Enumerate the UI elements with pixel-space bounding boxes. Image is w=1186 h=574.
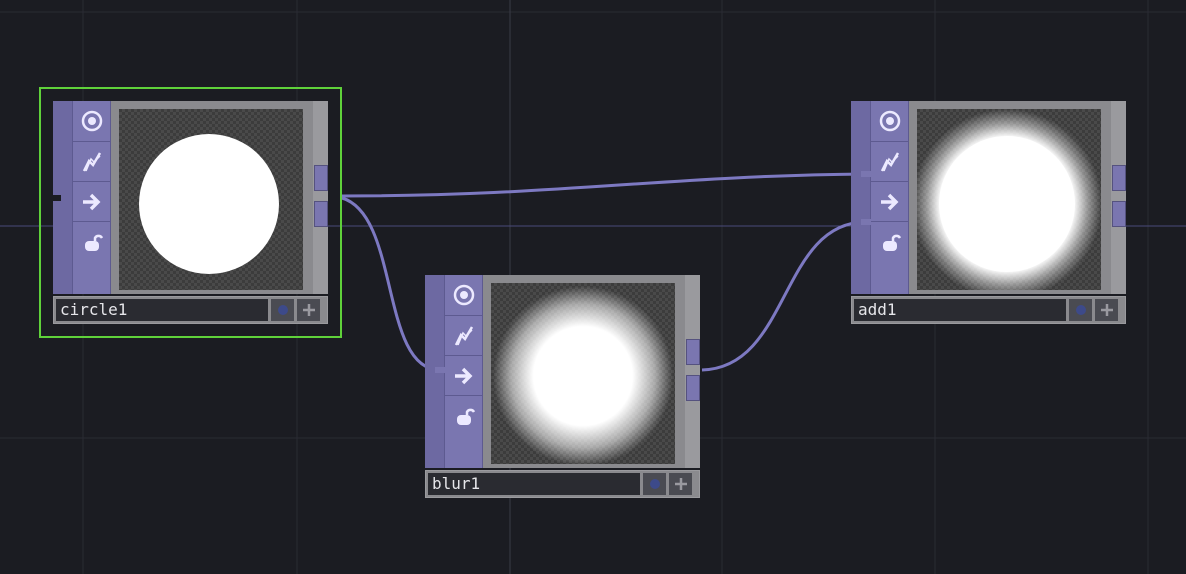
cook-flag-icon[interactable] [445,315,482,355]
preview-circle-sharp [139,134,279,274]
node-flag-strip [851,101,909,294]
node-namebar: blur1 [425,470,700,498]
lock-icon[interactable] [73,221,110,261]
input-rail [851,101,871,294]
node-flag-strip [425,275,483,468]
preview-circle-glow [917,109,1101,290]
node-expand-button[interactable] [297,299,320,321]
output-connector-2[interactable] [314,201,328,227]
dot-icon [277,305,288,315]
viewer-toggle-icon[interactable] [73,101,110,141]
node-viewer[interactable] [491,283,675,464]
input-connector[interactable] [435,367,445,373]
display-arrow-icon[interactable] [871,181,908,221]
dot-icon [649,479,660,489]
node-namebar: circle1 [53,296,328,324]
output-bar [1111,101,1126,294]
dot-icon [1075,305,1086,315]
node-name-field[interactable]: blur1 [428,473,640,495]
node-flag-strip [53,101,111,294]
output-connector[interactable] [314,165,328,191]
cook-flag-icon[interactable] [73,141,110,181]
node-expand-button[interactable] [669,473,692,495]
node-name-field[interactable]: circle1 [56,299,268,321]
input-connector-2[interactable] [861,219,871,225]
viewer-toggle-icon[interactable] [445,275,482,315]
input-connector[interactable] [51,195,61,201]
node-viewer[interactable] [119,109,303,290]
lock-icon[interactable] [871,221,908,261]
node-viewer-button[interactable] [271,299,294,321]
node-namebar: add1 [851,296,1126,324]
plus-icon [674,478,687,490]
display-arrow-icon[interactable] [445,355,482,395]
input-connector-1[interactable] [861,171,871,177]
node-viewer-button[interactable] [1069,299,1092,321]
output-connector[interactable] [1112,165,1126,191]
plus-icon [1100,304,1113,316]
output-bar [685,275,700,468]
output-connector[interactable] [686,339,700,365]
node-viewer-button[interactable] [643,473,666,495]
output-bar [313,101,328,294]
output-connector-2[interactable] [686,375,700,401]
node-expand-button[interactable] [1095,299,1118,321]
lock-icon[interactable] [445,395,482,435]
node-name-field[interactable]: add1 [854,299,1066,321]
node-viewer[interactable] [917,109,1101,290]
viewer-toggle-icon[interactable] [871,101,908,141]
cook-flag-icon[interactable] [871,141,908,181]
output-connector-2[interactable] [1112,201,1126,227]
plus-icon [302,304,315,316]
display-arrow-icon[interactable] [73,181,110,221]
preview-circle-blurred [493,286,673,464]
